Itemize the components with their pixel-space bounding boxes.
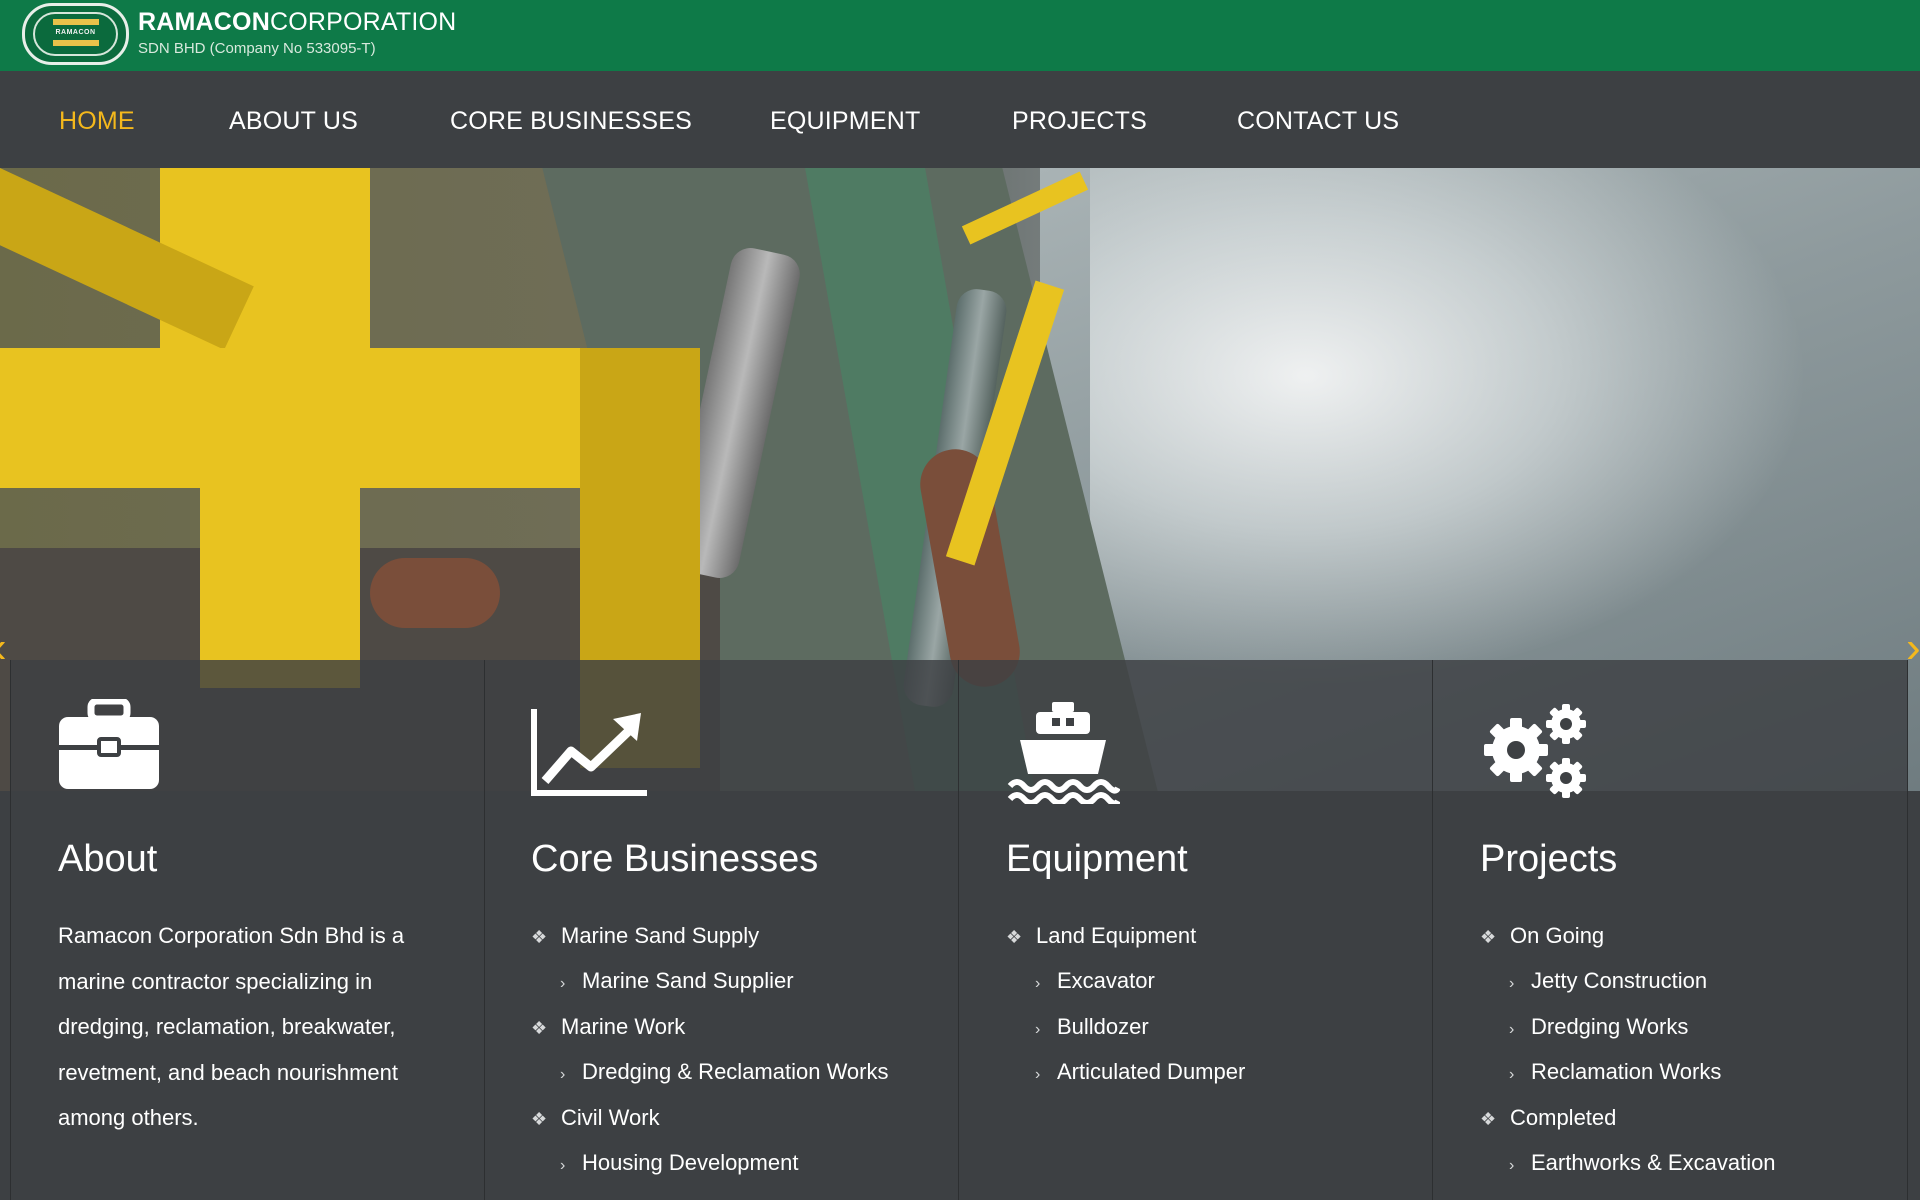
chevron-right-icon: › xyxy=(560,1157,566,1174)
hero-rust-fitting xyxy=(370,558,500,628)
hero-foam xyxy=(1090,168,1810,688)
card-divider xyxy=(1432,660,1433,1200)
diamond-bullet-icon: ❖ xyxy=(531,1109,548,1129)
trending-up-icon xyxy=(531,709,647,796)
brand-subtitle: SDN BHD (Company No 533095-T) xyxy=(138,40,376,57)
card-title-equipment[interactable]: Equipment xyxy=(1006,838,1188,881)
list-item[interactable]: › Dredging & Reclamation Works xyxy=(560,1059,889,1085)
list-item-label: Completed xyxy=(1510,1105,1617,1130)
hero-crane-base xyxy=(200,488,360,688)
list-item[interactable]: › Marine Sand Supplier xyxy=(560,968,794,994)
list-item[interactable]: › Articulated Dumper xyxy=(1035,1059,1245,1085)
list-item-label: Marine Sand Supplier xyxy=(582,968,794,993)
chevron-right-icon: › xyxy=(560,1066,566,1083)
list-item-label: Excavator xyxy=(1057,968,1155,993)
card-divider xyxy=(484,660,485,1200)
logo-stripes-top xyxy=(53,19,99,25)
list-item[interactable]: › Dredging Works xyxy=(1509,1014,1688,1040)
card-divider xyxy=(1907,660,1908,1200)
logo-wordmark: RAMACON xyxy=(55,29,96,36)
list-item[interactable]: › Excavator xyxy=(1035,968,1155,994)
diamond-bullet-icon: ❖ xyxy=(531,927,548,947)
list-item[interactable]: ❖ Marine Work xyxy=(531,1014,685,1040)
chevron-right-icon: › xyxy=(1035,975,1041,992)
list-item[interactable]: ❖ Marine Sand Supply xyxy=(531,923,759,949)
card-title-projects[interactable]: Projects xyxy=(1480,838,1617,881)
list-item-label: Reclamation Works xyxy=(1531,1059,1722,1084)
chevron-right-icon: › xyxy=(560,975,566,992)
about-description: Ramacon Corporation Sdn Bhd is a marine … xyxy=(58,923,405,1130)
nav-item-about-us[interactable]: ABOUT US xyxy=(229,107,358,136)
list-item[interactable]: › Bulldozer xyxy=(1035,1014,1149,1040)
card-title-core-businesses[interactable]: Core Businesses xyxy=(531,838,818,881)
card-divider xyxy=(10,660,11,1200)
diamond-bullet-icon: ❖ xyxy=(1480,927,1497,947)
chevron-right-icon: › xyxy=(1509,1066,1515,1083)
main-nav: HOME ABOUT US CORE BUSINESSES EQUIPMENT … xyxy=(0,71,1920,168)
list-item-label: Marine Work xyxy=(561,1014,686,1039)
logo-stripes-bottom xyxy=(53,40,99,46)
nav-item-contact-us[interactable]: CONTACT US xyxy=(1237,107,1399,136)
nav-item-equipment[interactable]: EQUIPMENT xyxy=(770,107,920,136)
chevron-right-icon: › xyxy=(1035,1021,1041,1038)
nav-item-home[interactable]: HOME xyxy=(59,107,135,136)
list-item-label: Earthworks & Excavation xyxy=(1531,1150,1776,1175)
brand-name[interactable]: RAMACONCORPORATION xyxy=(138,8,456,37)
nav-item-projects[interactable]: PROJECTS xyxy=(1012,107,1147,136)
company-logo[interactable]: RAMACON xyxy=(22,3,129,65)
chevron-right-icon: › xyxy=(1509,1021,1515,1038)
list-item[interactable]: ❖ Land Equipment xyxy=(1006,923,1196,949)
chevron-right-icon: › xyxy=(1035,1066,1041,1083)
list-item-label: Articulated Dumper xyxy=(1057,1059,1246,1084)
chevron-right-icon: › xyxy=(1509,1157,1515,1174)
list-item-label: Dredging & Reclamation Works xyxy=(582,1059,889,1084)
brand-name-bold: RAMACON xyxy=(138,8,270,36)
list-item-label: Marine Sand Supply xyxy=(561,923,760,948)
list-item-label: Civil Work xyxy=(561,1105,660,1130)
list-item-label: Dredging Works xyxy=(1531,1014,1689,1039)
card-divider xyxy=(958,660,959,1200)
list-item-label: Housing Development xyxy=(582,1150,799,1175)
list-item[interactable]: › Reclamation Works xyxy=(1509,1059,1721,1085)
list-item[interactable]: ❖ On Going xyxy=(1480,923,1604,949)
list-item-label: Bulldozer xyxy=(1057,1014,1149,1039)
diamond-bullet-icon: ❖ xyxy=(1480,1109,1497,1129)
card-title-about[interactable]: About xyxy=(58,838,157,881)
list-item[interactable]: ❖ Completed xyxy=(1480,1105,1616,1131)
site-header: RAMACON RAMACONCORPORATION SDN BHD (Comp… xyxy=(0,0,1920,71)
list-item[interactable]: › Housing Development xyxy=(560,1150,798,1176)
list-item-label: Jetty Construction xyxy=(1531,968,1708,993)
list-item-label: Land Equipment xyxy=(1036,923,1197,948)
gears-icon xyxy=(1484,704,1586,798)
briefcase-icon xyxy=(59,699,159,789)
list-item[interactable]: › Jetty Construction xyxy=(1509,968,1707,994)
ship-icon xyxy=(1007,702,1120,804)
diamond-bullet-icon: ❖ xyxy=(1006,927,1023,947)
list-item[interactable]: ❖ Civil Work xyxy=(531,1105,660,1131)
cards-overlay-band xyxy=(10,660,1908,791)
nav-item-core-businesses[interactable]: CORE BUSINESSES xyxy=(450,107,692,136)
brand-name-thin: CORPORATION xyxy=(269,8,457,36)
list-item-label: On Going xyxy=(1510,923,1605,948)
diamond-bullet-icon: ❖ xyxy=(531,1018,548,1038)
chevron-right-icon: › xyxy=(1509,975,1515,992)
list-item[interactable]: › Earthworks & Excavation xyxy=(1509,1150,1776,1176)
